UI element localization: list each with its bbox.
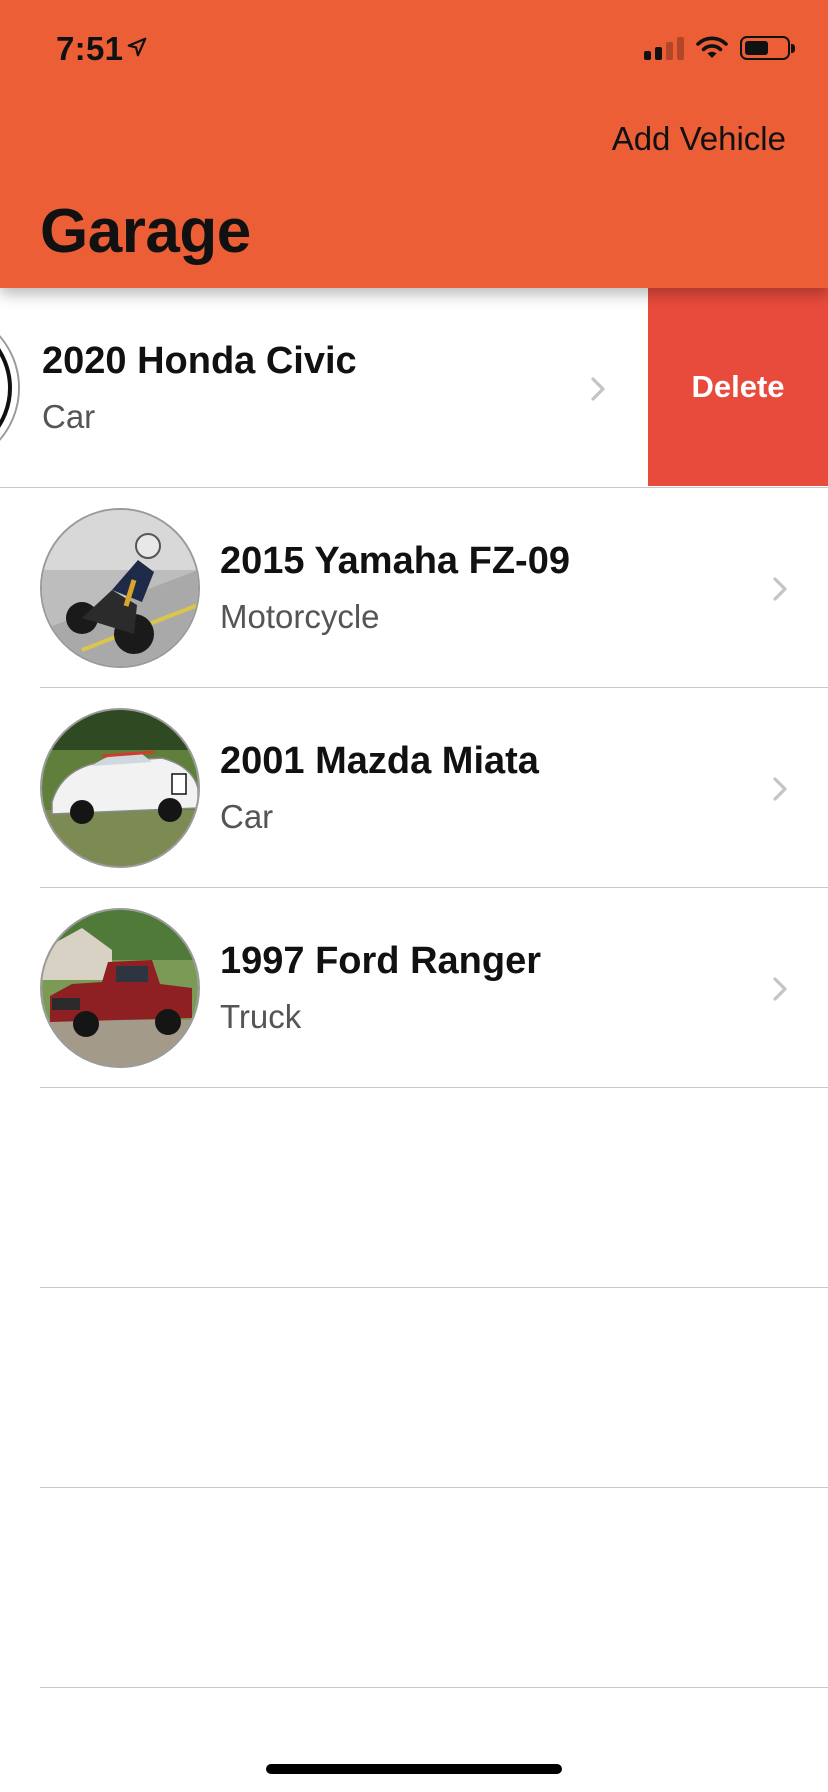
- chevron-right-icon: [773, 777, 787, 801]
- navigation-header: 7:51 Add Vehicle Garage: [0, 0, 828, 288]
- vehicle-row[interactable]: 2020 Honda Civic Car Delete: [0, 288, 828, 488]
- chevron-right-icon: [773, 977, 787, 1001]
- empty-row: [0, 1488, 828, 1688]
- vehicle-row[interactable]: 1997 Ford Ranger Truck: [0, 888, 828, 1088]
- vehicle-type: Car: [42, 398, 96, 435]
- battery-level: [745, 41, 768, 55]
- vehicle-row[interactable]: 2001 Mazda Miata Car: [0, 688, 828, 888]
- vehicle-list: 2020 Honda Civic Car Delete 2015 Yamaha …: [0, 288, 828, 1688]
- battery-icon: [740, 36, 795, 60]
- cellular-signal-icon: [644, 36, 684, 60]
- wifi-icon: [696, 36, 728, 58]
- status-icons: [644, 36, 795, 60]
- chevron-right-icon: [591, 377, 605, 401]
- vehicle-photo: [0, 308, 20, 468]
- vehicle-type: Car: [220, 798, 274, 835]
- vehicle-name: 2001 Mazda Miata: [220, 740, 539, 782]
- delete-button[interactable]: Delete: [648, 288, 828, 486]
- chevron-right-icon: [773, 577, 787, 601]
- vehicle-row-content[interactable]: 2020 Honda Civic Car: [0, 288, 648, 488]
- location-arrow-icon: [127, 37, 147, 57]
- vehicle-type: Truck: [220, 998, 302, 1035]
- empty-row: [0, 1088, 828, 1288]
- add-vehicle-button[interactable]: Add Vehicle: [612, 120, 786, 158]
- vehicle-name: 1997 Ford Ranger: [220, 940, 541, 982]
- vehicle-row[interactable]: 2015 Yamaha FZ-09 Motorcycle: [0, 488, 828, 688]
- row-separator: [40, 1687, 828, 1688]
- vehicle-photo: [40, 508, 200, 668]
- vehicle-photo: [40, 708, 200, 868]
- vehicle-photo: [40, 908, 200, 1068]
- page-title: Garage: [40, 197, 251, 266]
- vehicle-name: 2015 Yamaha FZ-09: [220, 540, 570, 582]
- vehicle-name: 2020 Honda Civic: [42, 340, 357, 382]
- empty-row: [0, 1288, 828, 1488]
- home-indicator[interactable]: [266, 1764, 562, 1774]
- vehicle-type: Motorcycle: [220, 598, 380, 635]
- status-time: 7:51: [56, 30, 124, 67]
